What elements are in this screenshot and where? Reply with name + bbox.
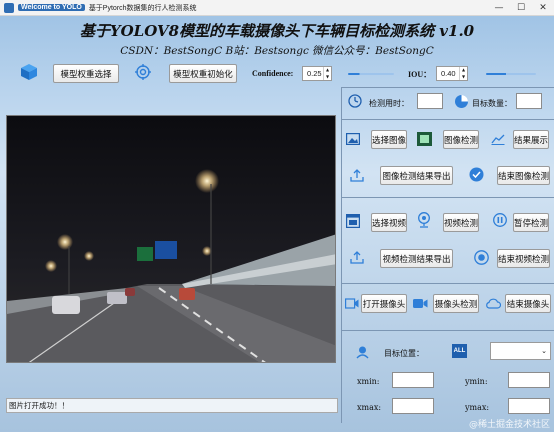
cloud-icon [486, 298, 501, 309]
image-icon [346, 133, 360, 145]
pause-icon [493, 213, 507, 227]
show-results-button[interactable]: 结果展示 [513, 130, 549, 149]
open-camera-button[interactable]: 打开摄像头 [361, 294, 407, 313]
page-subtitle: CSDN：BestSongC B站：Bestsongc 微信公众号：BestSo… [120, 45, 434, 57]
detect-time-label: 检测用时： [369, 99, 409, 108]
confidence-label: Confidence: [252, 69, 294, 78]
stop-circle-icon [474, 250, 489, 265]
stop-video-button[interactable]: 结束视频检测 [497, 249, 550, 268]
webcam-icon [418, 212, 430, 228]
road-scene-image [7, 116, 335, 362]
image-detect-icon [417, 132, 432, 146]
cube-icon [21, 64, 37, 80]
ymin-field [508, 372, 550, 388]
all-targets-icon: ALL [452, 344, 467, 358]
iou-value: 0.40 [441, 69, 456, 78]
ymax-field [508, 398, 550, 414]
iou-label: IOU： [408, 70, 432, 79]
status-bar: 图片打开成功！！ [6, 398, 338, 413]
window-title: 基于Pytorch数据集的行人检测系统 [88, 4, 197, 12]
target-gear-icon[interactable] [135, 64, 151, 80]
status-message: 图片打开成功！！ [9, 401, 69, 410]
detect-image-button[interactable]: 图像检测 [443, 130, 479, 149]
xmin-field [392, 372, 434, 388]
clock-icon [348, 94, 362, 108]
image-display [6, 115, 336, 363]
window-titlebar: Welcome to YOLO 基于Pytorch数据集的行人检测系统 — ☐ … [0, 0, 554, 16]
ymax-label: ymax: [465, 403, 490, 412]
spin-arrows-icon[interactable]: ▲ ▼ [459, 67, 467, 80]
camera-icon [345, 298, 359, 309]
check-circle-icon [469, 167, 484, 182]
detect-video-button[interactable]: 视频检测 [443, 213, 479, 232]
maximize-button[interactable]: ☐ [510, 0, 532, 16]
target-count-field [516, 93, 542, 109]
divider [341, 197, 554, 198]
watermark: @稀土掘金技术社区 [468, 420, 550, 430]
video-file-icon [346, 214, 360, 228]
upload-icon [350, 251, 364, 264]
target-count-label: 目标数量： [472, 99, 512, 108]
line-chart-icon [491, 134, 505, 145]
select-image-button[interactable]: 选择图像 [371, 130, 407, 149]
minimize-button[interactable]: — [488, 0, 510, 16]
target-position-label: 目标位置： [384, 349, 424, 358]
confidence-spinbox[interactable]: 0.25 ▲ ▼ [302, 66, 332, 81]
ymin-label: ymin: [465, 377, 488, 386]
pie-chart-icon [455, 95, 468, 108]
select-video-button[interactable]: 选择视频 [371, 213, 407, 232]
divider [341, 330, 554, 331]
confidence-value: 0.25 [307, 69, 322, 78]
chevron-down-icon: ⌄ [541, 347, 547, 355]
detect-camera-button[interactable]: 摄像头检测 [433, 294, 479, 313]
app-icon [4, 2, 14, 13]
page-title: 基于YOLOV8模型的车载摄像头下车辆目标检测系统 v1.0 [79, 22, 475, 40]
export-image-button[interactable]: 图像检测结果导出 [380, 166, 453, 185]
video-camera-icon [413, 299, 428, 308]
iou-spinbox[interactable]: 0.40 ▲ ▼ [436, 66, 468, 81]
spin-arrows-icon[interactable]: ▲ ▼ [323, 67, 331, 80]
panel-divider [341, 87, 342, 423]
select-weights-button[interactable]: 模型权重选择 [53, 64, 119, 83]
pause-detect-button[interactable]: 暂停检测 [513, 213, 549, 232]
init-weights-button[interactable]: 模型权重初始化 [169, 64, 237, 83]
divider [341, 283, 554, 284]
divider [341, 87, 554, 88]
xmin-label: xmin: [357, 377, 380, 386]
stop-image-button[interactable]: 结束图像检测 [497, 166, 550, 185]
all-targets-icon-text: ALL [453, 348, 466, 354]
confidence-slider[interactable] [348, 73, 394, 75]
xmax-label: xmax: [357, 403, 382, 412]
location-pin-icon [356, 346, 369, 359]
divider [341, 119, 554, 120]
target-select-dropdown[interactable]: ⌄ [490, 342, 551, 360]
upload-icon [350, 169, 364, 182]
xmax-field [392, 398, 434, 414]
detect-time-field [417, 93, 443, 109]
export-video-button[interactable]: 视频检测结果导出 [380, 249, 453, 268]
close-button[interactable]: ✕ [532, 0, 554, 16]
stop-camera-button[interactable]: 结束摄像头 [505, 294, 551, 313]
iou-slider[interactable] [486, 73, 536, 75]
window-title-badge: Welcome to YOLO [18, 4, 85, 11]
